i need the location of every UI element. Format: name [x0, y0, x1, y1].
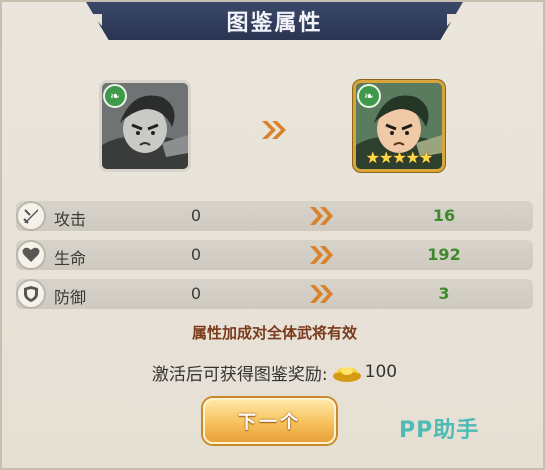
- hero-faction-badge-icon: ❧: [103, 84, 127, 108]
- reward-label: 激活后可获得图鉴奖励:: [151, 364, 328, 385]
- watermark-logo: PP助手: [399, 418, 480, 443]
- double-arrow-icon: [310, 207, 333, 225]
- reward-line: 激活后可获得图鉴奖励: 100: [2, 360, 545, 385]
- next-button[interactable]: 下一个: [203, 398, 336, 444]
- shield-icon: [16, 279, 46, 309]
- title-ornament-left-icon: [90, 14, 102, 26]
- stat-value-after: 3: [438, 284, 450, 303]
- reward-amount: 100: [364, 362, 398, 382]
- panel-title: 图鉴属性: [226, 11, 323, 36]
- stat-value-after: 16: [432, 206, 456, 225]
- stat-label: 生命: [54, 249, 87, 268]
- bonus-note: 属性加成对全体武将有效: [191, 324, 357, 342]
- gold-ingot-icon: [332, 367, 361, 382]
- upgrade-arrow-icon: [262, 121, 286, 139]
- stat-row-health: 生命 0 192: [16, 240, 533, 270]
- stat-value-before: 0: [190, 245, 202, 264]
- stat-label: 攻击: [54, 210, 87, 229]
- title-bar: 图鉴属性: [86, 2, 463, 40]
- sword-icon: [16, 201, 46, 231]
- stat-row-defense: 防御 0 3: [16, 279, 533, 309]
- next-button-label: 下一个: [238, 412, 301, 433]
- stat-value-before: 0: [190, 284, 202, 303]
- double-arrow-icon: [310, 246, 333, 264]
- title-ornament-right-icon: [447, 14, 459, 26]
- heart-icon: [16, 240, 46, 270]
- stat-row-attack: 攻击 0 16: [16, 201, 533, 231]
- double-arrow-icon: [310, 285, 333, 303]
- stat-value-after: 192: [427, 245, 461, 264]
- hero-portrait-after[interactable]: ❧ ★★★★★: [353, 80, 445, 172]
- hero-faction-badge-icon: ❧: [357, 84, 381, 108]
- stat-value-before: 0: [190, 206, 202, 225]
- attribute-panel: 图鉴属性 ❧ ❧ ★★★★★ 攻击 0 16 生命 0 192 防御 0 3 属…: [0, 0, 545, 470]
- star-rating: ★★★★★: [365, 148, 434, 167]
- hero-portrait-before[interactable]: ❧: [99, 80, 191, 172]
- stat-label: 防御: [54, 288, 87, 307]
